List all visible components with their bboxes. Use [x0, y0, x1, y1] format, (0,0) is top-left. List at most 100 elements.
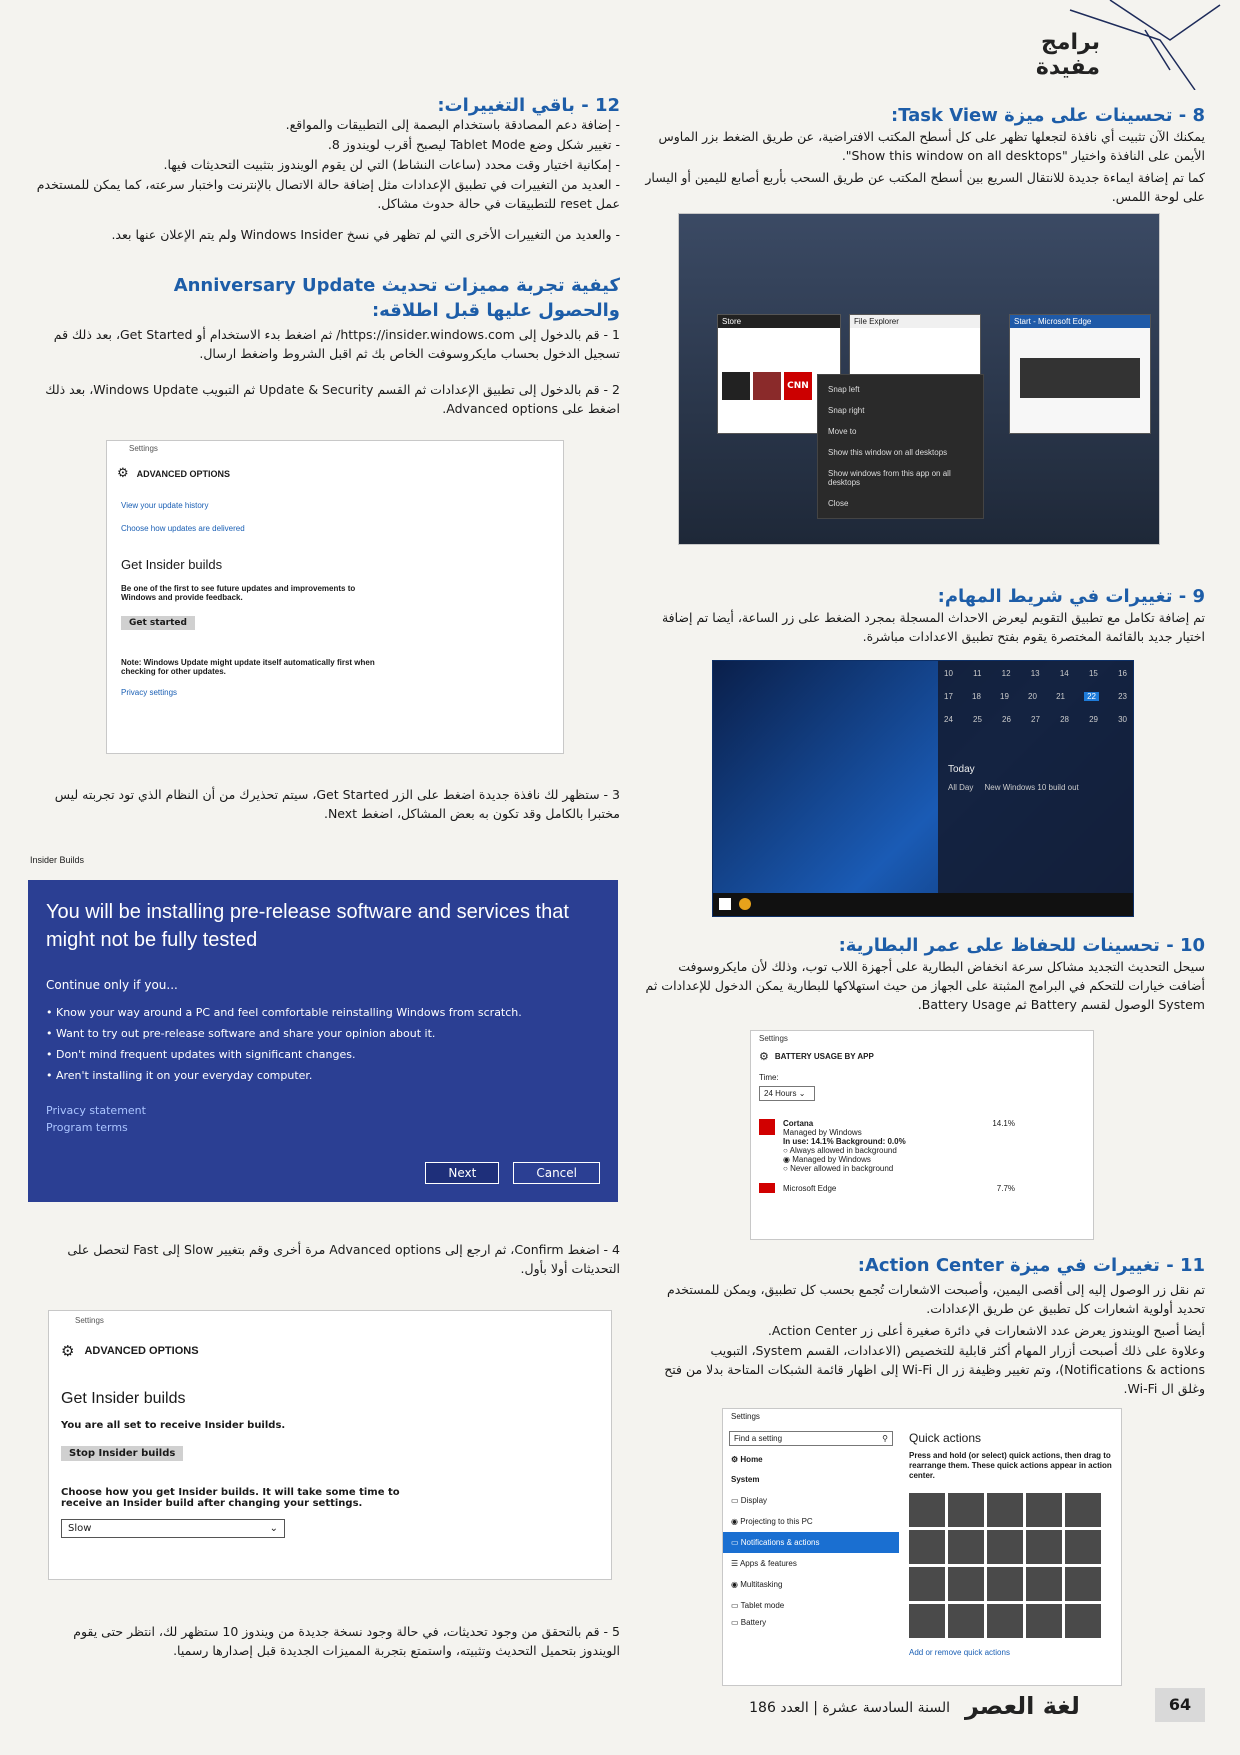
- event-text: New Windows 10 build out: [984, 783, 1079, 792]
- ring-dropdown[interactable]: Slow ⌄: [61, 1519, 285, 1538]
- day[interactable]: 28: [1060, 715, 1069, 724]
- nav-battery[interactable]: ▭ Battery: [723, 1616, 899, 1629]
- delivery-link[interactable]: Choose how updates are delivered: [107, 514, 563, 537]
- adv2-set-text: You are all set to receive Insider build…: [61, 1420, 286, 1431]
- day[interactable]: 25: [973, 715, 982, 724]
- qa-tile[interactable]: [1065, 1530, 1101, 1564]
- day[interactable]: 15: [1089, 669, 1098, 678]
- menu-show-all[interactable]: Show this window on all desktops: [818, 442, 983, 463]
- day[interactable]: 24: [944, 715, 953, 724]
- nav-projecting[interactable]: ◉ Projecting to this PC: [723, 1511, 899, 1532]
- qa-tile[interactable]: [909, 1493, 945, 1527]
- day[interactable]: 18: [972, 692, 981, 701]
- menu-snap-right[interactable]: Snap right: [818, 400, 983, 421]
- window-edge[interactable]: Start - Microsoft Edge: [1009, 314, 1151, 434]
- day[interactable]: 12: [1002, 669, 1011, 678]
- chevron-down-icon: ⌄: [269, 1523, 278, 1534]
- qa-tile[interactable]: [948, 1530, 984, 1564]
- qa-tile[interactable]: [948, 1567, 984, 1601]
- insider-dialog: You will be installing pre-release softw…: [28, 880, 618, 1202]
- s8-title: 8 - تحسينات على ميزة Task View:: [891, 105, 1205, 126]
- qa-tile[interactable]: [1026, 1530, 1062, 1564]
- s11-p3: وعلاوة على ذلك أصبحت أزرار المهام أكثر ق…: [664, 1343, 1205, 1396]
- qa-tile[interactable]: [948, 1493, 984, 1527]
- day[interactable]: 14: [1060, 669, 1069, 678]
- calendar-event[interactable]: All Day New Windows 10 build out: [938, 779, 1133, 796]
- qa-tile[interactable]: [987, 1530, 1023, 1564]
- nav-label: Battery: [740, 1618, 767, 1627]
- qa-tile[interactable]: [1026, 1604, 1062, 1638]
- qa-tile[interactable]: [987, 1604, 1023, 1638]
- footer: السنة السادسة عشرة | العدد 186 لغة العصر…: [700, 1688, 1220, 1728]
- qa-tile[interactable]: [1065, 1604, 1101, 1638]
- nav-tablet[interactable]: ▭ Tablet mode: [723, 1595, 899, 1616]
- menu-move-to[interactable]: Move to: [818, 421, 983, 442]
- time-dropdown[interactable]: 24 Hours ⌄: [759, 1086, 815, 1101]
- qa-link[interactable]: Add or remove quick actions: [909, 1648, 1114, 1657]
- qa-tile[interactable]: [1065, 1567, 1101, 1601]
- day[interactable]: 13: [1031, 669, 1040, 678]
- nav-apps[interactable]: ☰ Apps & features: [723, 1553, 899, 1574]
- day[interactable]: 17: [944, 692, 953, 701]
- page-header: برامج مفيدة: [960, 0, 1240, 90]
- nav-label: Display: [740, 1496, 768, 1505]
- windows-start-icon[interactable]: [719, 898, 731, 910]
- insider-caption: Insider Builds: [30, 855, 85, 865]
- menu-show-app[interactable]: Show windows from this app on all deskto…: [818, 463, 983, 493]
- radio-always[interactable]: ○ Always allowed in background: [783, 1146, 1085, 1155]
- qa-tile[interactable]: [948, 1604, 984, 1638]
- gear-icon: ⚙: [759, 1050, 769, 1063]
- day[interactable]: 16: [1118, 669, 1127, 678]
- get-started-button[interactable]: Get started: [121, 616, 195, 630]
- day[interactable]: 30: [1118, 715, 1127, 724]
- qa-tile[interactable]: [909, 1604, 945, 1638]
- radio-never[interactable]: ○ Never allowed in background: [783, 1164, 1085, 1173]
- day[interactable]: 29: [1089, 715, 1098, 724]
- nav-display[interactable]: ▭ Display: [723, 1490, 899, 1511]
- day[interactable]: 20: [1028, 692, 1037, 701]
- app-pct: 14.1%: [992, 1119, 1015, 1128]
- cancel-button[interactable]: Cancel: [513, 1162, 600, 1184]
- cnn-tile: CNN: [784, 372, 812, 400]
- privacy-statement-link[interactable]: Privacy statement: [28, 1086, 618, 1119]
- chrome-icon[interactable]: [739, 898, 751, 910]
- stop-insider-button[interactable]: Stop Insider builds: [61, 1446, 184, 1461]
- nav-multitasking[interactable]: ◉ Multitasking: [723, 1574, 899, 1595]
- day[interactable]: 10: [944, 669, 953, 678]
- qa-tile[interactable]: [987, 1493, 1023, 1527]
- menu-close[interactable]: Close: [818, 493, 983, 514]
- next-button[interactable]: Next: [425, 1162, 500, 1184]
- nav-notifications[interactable]: ▭ Notifications & actions: [723, 1532, 899, 1553]
- qa-tile[interactable]: [909, 1567, 945, 1601]
- s11-title: 11 - تغييرات في ميزة Action Center:: [857, 1255, 1205, 1276]
- bullet: • Want to try out pre-release software a…: [46, 1027, 436, 1040]
- adv2-choose-text: Choose how you get Insider builds. It wi…: [61, 1487, 400, 1509]
- qa-tile[interactable]: [1026, 1567, 1062, 1601]
- usage-label: In use: 14.1% Background: 0.0%: [783, 1137, 906, 1146]
- adv-heading: ADVANCED OPTIONS: [136, 468, 230, 479]
- qa-tile[interactable]: [909, 1530, 945, 1564]
- day[interactable]: 19: [1000, 692, 1009, 701]
- radio-managed[interactable]: ◉ Managed by Windows: [783, 1155, 1085, 1164]
- menu-snap-left[interactable]: Snap left: [818, 379, 983, 400]
- day-selected[interactable]: 22: [1084, 692, 1099, 701]
- day[interactable]: 23: [1118, 692, 1127, 701]
- day[interactable]: 27: [1031, 715, 1040, 724]
- qa-tile[interactable]: [1026, 1493, 1062, 1527]
- history-link[interactable]: View your update history: [107, 491, 563, 514]
- step2: 2 - قم بالدخول إلى تطبيق الإعدادات ثم ال…: [45, 382, 620, 416]
- day[interactable]: 11: [973, 669, 981, 678]
- find-setting-input[interactable]: Find a setting ⚲: [729, 1431, 893, 1446]
- program-terms-link[interactable]: Program terms: [28, 1119, 618, 1136]
- qa-tile[interactable]: [987, 1567, 1023, 1601]
- day[interactable]: 26: [1002, 715, 1011, 724]
- s12-item3: - إمكانية اختيار وقت محدد (ساعات النشاط)…: [163, 157, 620, 172]
- bullet: • Aren't installing it on your everyday …: [46, 1069, 313, 1082]
- adv2-insider-heading: Get Insider builds: [61, 1390, 186, 1407]
- nav-home[interactable]: ⚙ Home: [723, 1450, 899, 1469]
- day[interactable]: 21: [1056, 692, 1065, 701]
- privacy-link[interactable]: Privacy settings: [107, 682, 563, 703]
- s9-p1: تم إضافة تكامل مع تطبيق التقويم ليعرض ال…: [661, 610, 1205, 644]
- time-label: Time:: [759, 1073, 779, 1082]
- qa-tile[interactable]: [1065, 1493, 1101, 1527]
